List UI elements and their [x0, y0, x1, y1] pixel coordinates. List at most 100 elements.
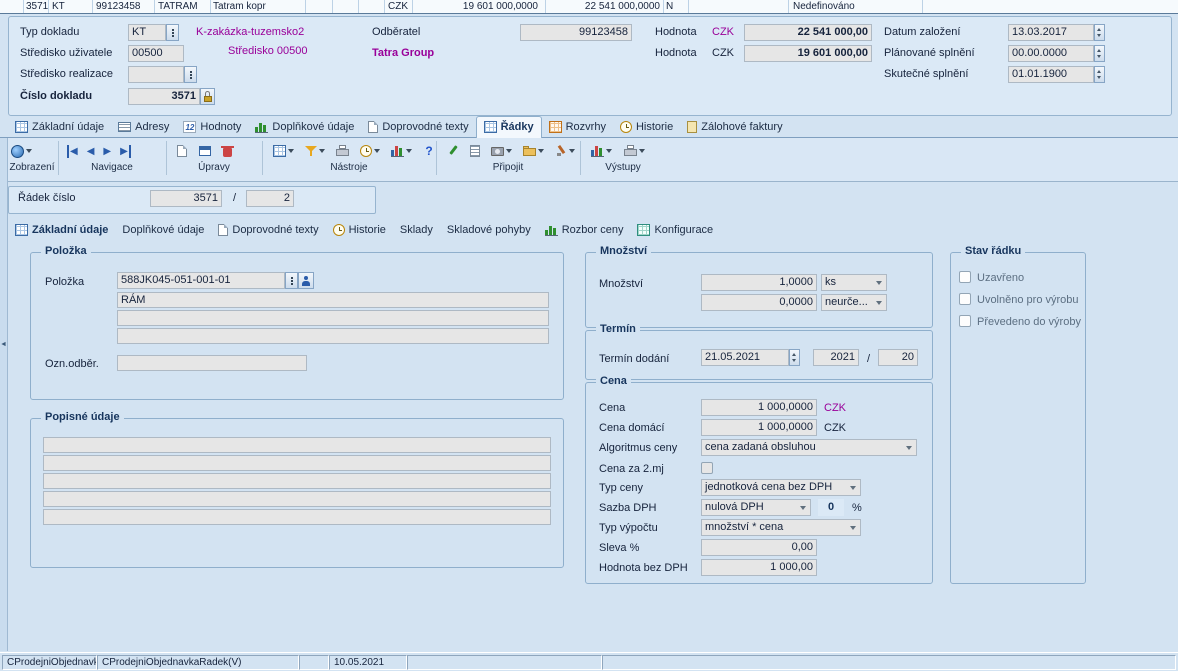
step-forward-icon: ▶: [120, 145, 131, 158]
attach-note-button[interactable]: [444, 141, 462, 161]
filter-icon: [305, 145, 317, 157]
tab-adresy[interactable]: Adresy: [111, 116, 176, 138]
polozka-label: Položka: [45, 276, 84, 288]
history-tools-button[interactable]: [357, 141, 383, 161]
output-report-button[interactable]: [588, 141, 615, 161]
attach-image-button[interactable]: [488, 141, 515, 161]
tab-zakladni-udaje[interactable]: Základní údaje: [8, 116, 111, 138]
cena-field[interactable]: 1 000,0000: [701, 399, 817, 416]
tab-rozvrhy[interactable]: Rozvrhy: [542, 116, 613, 138]
stredisko-uzivatele-field[interactable]: 00500: [128, 45, 184, 62]
typ-dokladu-field[interactable]: KT: [128, 24, 166, 41]
left-splitter[interactable]: ◄: [0, 138, 8, 651]
output-print-button[interactable]: [621, 141, 648, 161]
typ-dokladu-lookup-button[interactable]: [166, 24, 179, 41]
table-tools-button[interactable]: [270, 141, 297, 161]
planovane-splneni-spinner[interactable]: [1094, 45, 1105, 62]
cislo-dokladu-field[interactable]: 3571: [128, 88, 200, 105]
nav-last-button[interactable]: ▶: [117, 141, 134, 161]
subtab-rozbor-ceny[interactable]: Rozbor ceny: [538, 222, 631, 238]
stredisko-uzivatele-desc[interactable]: Středisko 00500: [228, 45, 308, 57]
nav-next-button[interactable]: ▶: [100, 141, 114, 161]
subtab-historie[interactable]: Historie: [326, 222, 393, 238]
uzavreno-checkbox[interactable]: [959, 271, 971, 283]
tab-hodnoty[interactable]: 12Hodnoty: [176, 116, 248, 138]
schedule-grid-icon: [549, 121, 562, 133]
chevron-down-icon: [26, 149, 32, 153]
orders-grid-row[interactable]: 3571 KT 99123458 TATRAM Tatram kopr CZK …: [0, 0, 1178, 14]
mnozstvi-field-2[interactable]: 0,0000: [701, 294, 817, 311]
attach-file-button[interactable]: [520, 141, 547, 161]
datum-zalozeni-field[interactable]: 13.03.2017: [1008, 24, 1094, 41]
new-button[interactable]: [174, 141, 190, 161]
prevedeno-checkbox[interactable]: [959, 315, 971, 327]
stredisko-realizace-field[interactable]: [128, 66, 184, 83]
toolbar-label-zobrazeni: Zobrazení: [6, 162, 58, 173]
radek-cislo-field[interactable]: 3571: [150, 190, 222, 207]
brush-icon: [555, 145, 567, 157]
uvolneno-checkbox[interactable]: [959, 293, 971, 305]
subtab-sklady[interactable]: Sklady: [393, 222, 440, 238]
tab-historie[interactable]: Historie: [613, 116, 680, 138]
delete-button[interactable]: [220, 141, 235, 161]
attach-drawing-button[interactable]: [552, 141, 578, 161]
tab-radky[interactable]: Řádky: [476, 116, 542, 138]
status-cell-empty-2: [407, 655, 602, 670]
backward-icon: ◀: [87, 145, 95, 158]
tyden-field[interactable]: 20: [878, 349, 918, 366]
typ-dokladu-desc[interactable]: K-zakázka-tuzemsko2: [196, 26, 304, 38]
sazba-dph-select[interactable]: nulová DPH: [701, 499, 811, 516]
view-button[interactable]: [8, 141, 35, 161]
radek-poradi-field[interactable]: 2: [246, 190, 294, 207]
subtab-konfigurace[interactable]: Konfigurace: [630, 222, 720, 238]
toolbar: ◀ ◀ ▶ ▶ ?: [0, 138, 1178, 182]
collapse-arrow-icon[interactable]: ◄: [0, 338, 7, 352]
cena-za-2mj-checkbox[interactable]: [701, 462, 713, 474]
attach-list-button[interactable]: [467, 141, 483, 161]
polozka-detail-button[interactable]: [298, 272, 314, 289]
odberatel-name[interactable]: Tatra Group: [372, 47, 434, 59]
termin-dodani-spinner[interactable]: [789, 349, 800, 366]
filter-button[interactable]: [302, 141, 328, 161]
lock-button[interactable]: [200, 88, 215, 105]
rok-field[interactable]: 2021: [813, 349, 859, 366]
tab-zalohove-faktury[interactable]: Zálohové faktury: [680, 116, 789, 138]
typ-ceny-select[interactable]: jednotková cena bez DPH: [701, 479, 861, 496]
pencil-icon: [447, 145, 459, 157]
polozka-group: Položka Položka 588JK045-051-001-01 RÁM …: [30, 252, 564, 400]
subtab-doprovodne-texty[interactable]: Doprovodné texty: [211, 222, 325, 238]
stredisko-realizace-lookup-button[interactable]: [184, 66, 197, 83]
prevedeno-label: Převedeno do výroby: [977, 316, 1081, 328]
polozka-lookup-button[interactable]: [285, 272, 298, 289]
algoritmus-ceny-select[interactable]: cena zadaná obsluhou: [701, 439, 917, 456]
skutecne-splneni-spinner[interactable]: [1094, 66, 1105, 83]
jednotka-select-1[interactable]: ks: [821, 274, 887, 291]
print-tools-button[interactable]: [333, 141, 352, 161]
datum-zalozeni-spinner[interactable]: [1094, 24, 1105, 41]
odberatel-field[interactable]: 99123458: [520, 24, 632, 41]
sleva-field[interactable]: 0,00: [701, 539, 817, 556]
analysis-button[interactable]: [388, 141, 415, 161]
nav-prev-button[interactable]: ◀: [84, 141, 98, 161]
subtab-doplnkove-udaje[interactable]: Doplňkové údaje: [115, 222, 211, 238]
edit-button[interactable]: [196, 141, 214, 161]
subtab-skladove-pohyby[interactable]: Skladové pohyby: [440, 222, 538, 238]
planovane-splneni-field[interactable]: 00.00.0000: [1008, 45, 1094, 62]
popisne-udaje-group-title: Popisné údaje: [41, 411, 124, 423]
mnozstvi-field-1[interactable]: 1,0000: [701, 274, 817, 291]
nav-first-button[interactable]: ◀: [64, 141, 81, 161]
cena-domaci-field[interactable]: 1 000,0000: [701, 419, 817, 436]
ozn-odber-field[interactable]: [117, 355, 307, 371]
tab-doprovodne-texty[interactable]: Doprovodné texty: [361, 116, 475, 138]
termin-group-title: Termín: [596, 323, 640, 335]
termin-dodani-field[interactable]: 21.05.2021: [701, 349, 789, 366]
subtab-zakladni-udaje[interactable]: Základní údaje: [8, 222, 115, 238]
typ-vypoctu-select[interactable]: množství * cena: [701, 519, 861, 536]
jednotka-select-2[interactable]: neurče...: [821, 294, 887, 311]
popisne-udaje-group: Popisné údaje: [30, 418, 564, 568]
main-tab-bar: Základní údaje Adresy 12Hodnoty Doplňkov…: [8, 116, 790, 138]
address-card-icon: [118, 122, 131, 132]
skutecne-splneni-field[interactable]: 01.01.1900: [1008, 66, 1094, 83]
tab-doplnkove-udaje[interactable]: Doplňkové údaje: [248, 116, 361, 138]
polozka-field[interactable]: 588JK045-051-001-01: [117, 272, 285, 289]
